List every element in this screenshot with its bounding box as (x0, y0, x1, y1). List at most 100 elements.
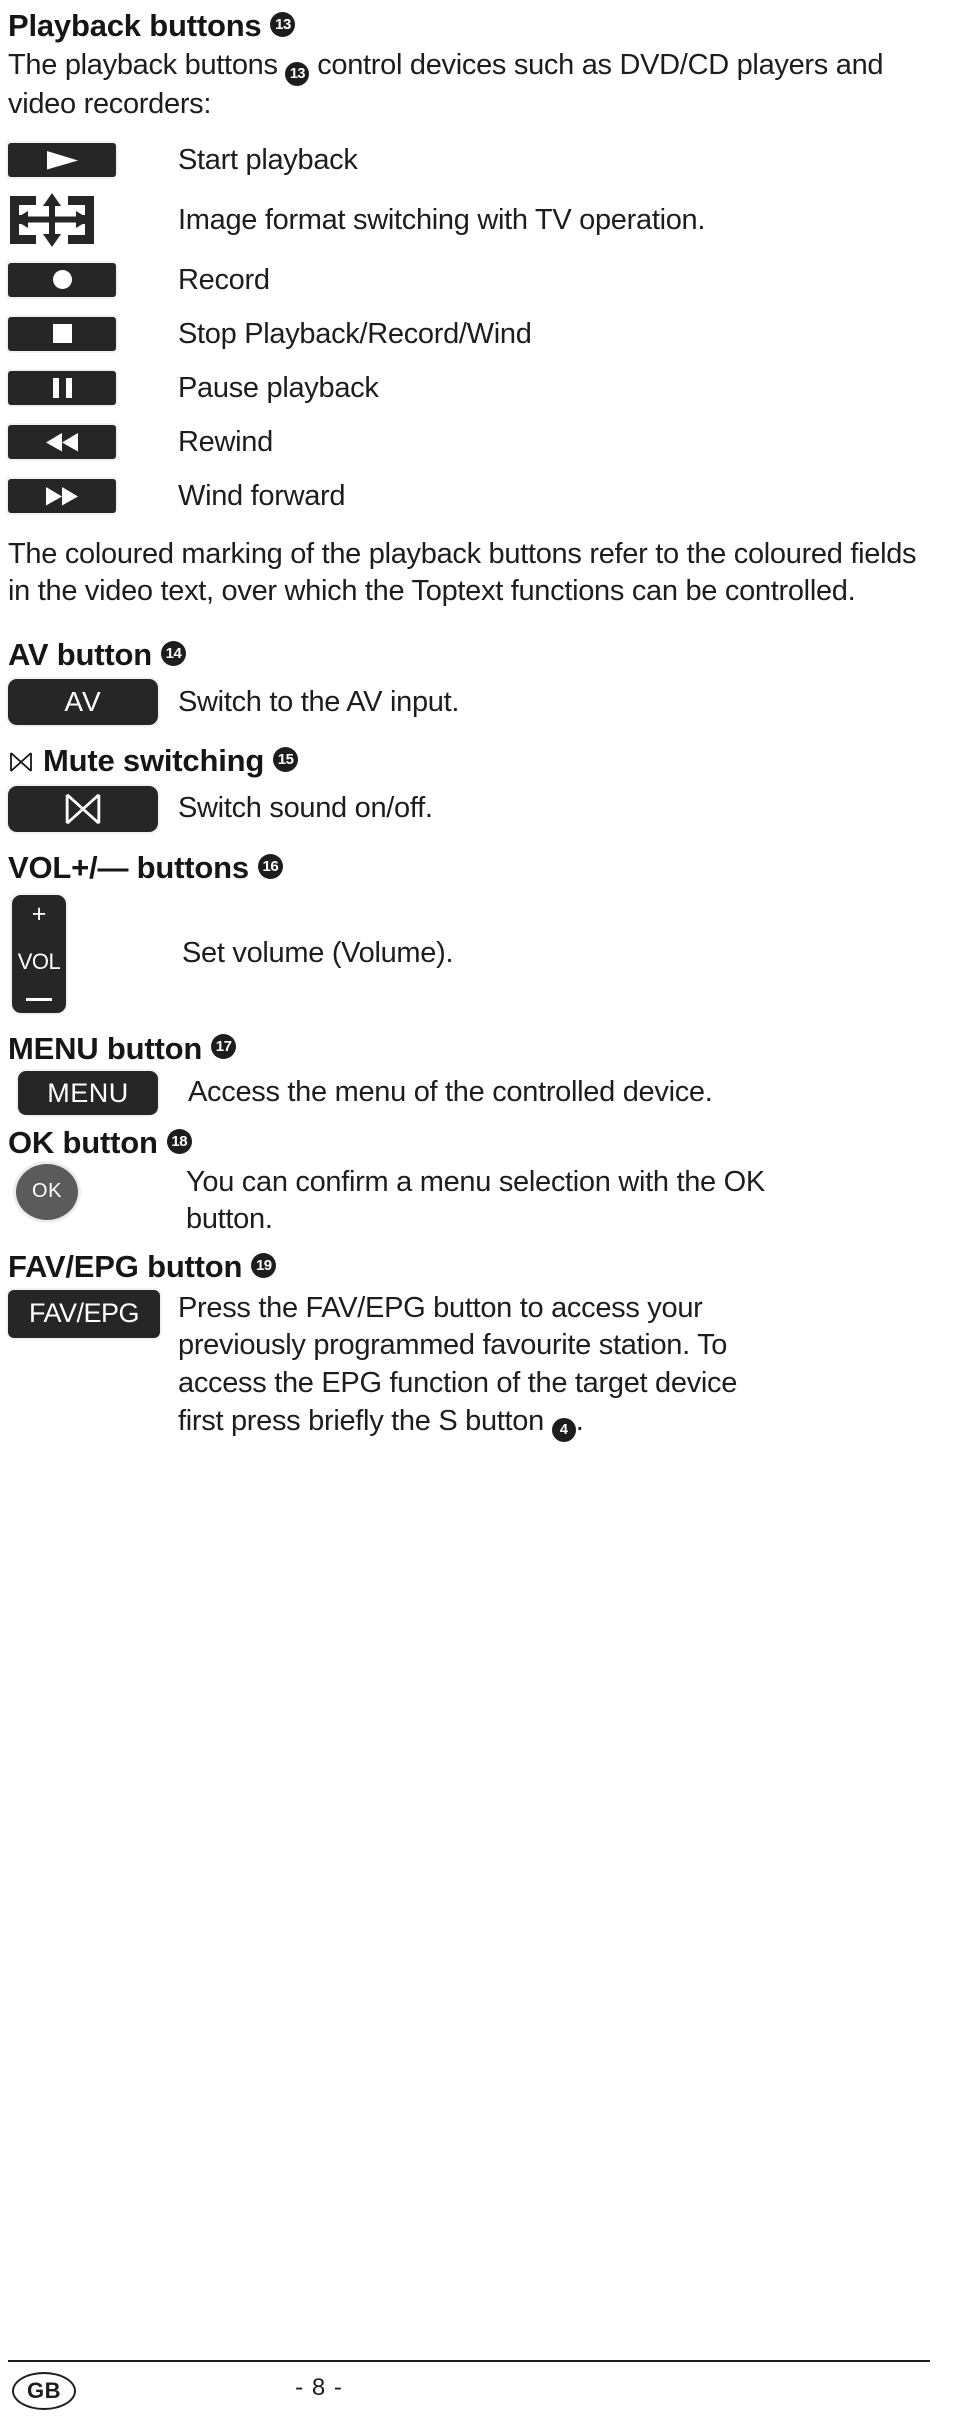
fav-epg-button-title-text: FAV/EPG button (8, 1249, 243, 1285)
key-cell (8, 424, 178, 459)
reference-number-14: 14 (160, 640, 186, 666)
key-cell (8, 142, 178, 177)
reference-number-16: 16 (257, 853, 283, 879)
vol-button-row: + VOL Set volume (Volume). (8, 894, 930, 1013)
playback-row-record: Record (8, 258, 930, 302)
av-button-key-label: AV (64, 686, 102, 718)
key-cell: AV (8, 679, 178, 726)
playback-note-paragraph: The coloured marking of the playback but… (8, 537, 917, 608)
playback-row-label: Image format switching with TV operation… (178, 203, 706, 236)
ok-button-key-label: OK (32, 1180, 62, 1203)
reference-number-18: 18 (166, 1128, 192, 1154)
section-title-av-button: AV button 14 (8, 637, 930, 674)
fav-epg-button-key-label: FAV/EPG (28, 1298, 140, 1329)
wind-forward-button-graphic (8, 478, 116, 513)
menu-button-graphic: MENU (18, 1071, 158, 1116)
stop-icon (52, 324, 72, 344)
menu-button-title-text: MENU button (8, 1030, 203, 1066)
rewind-button-graphic (8, 424, 116, 459)
section-title-ok-button: OK button 18 (8, 1125, 930, 1162)
fav-epg-description-part1: Press the FAV/EPG button to access your … (178, 1291, 738, 1437)
ok-description: You can confirm a menu selection with th… (186, 1165, 765, 1236)
mute-icon (10, 752, 32, 772)
vol-key-label: VOL (17, 949, 61, 975)
reference-number-15: 15 (273, 747, 299, 773)
playback-row-label: Wind forward (178, 479, 346, 512)
playback-row-label: Record (178, 263, 270, 296)
play-button-graphic (8, 142, 116, 177)
section-title-mute-switching: Mute switching 15 (8, 743, 930, 780)
mute-switching-title-text: Mute switching (43, 743, 265, 779)
key-cell (8, 370, 178, 405)
playback-buttons-title-text: Playback buttons (8, 8, 262, 43)
wind-forward-icon (46, 486, 78, 506)
menu-description: Access the menu of the controlled device… (188, 1076, 713, 1109)
mute-icon (65, 793, 101, 825)
page-number: - 8 - (295, 2374, 343, 2401)
vol-buttons-title-text: VOL+/— buttons (8, 850, 249, 886)
key-cell: FAV/EPG (8, 1289, 178, 1338)
play-icon (47, 150, 78, 170)
key-cell (8, 192, 178, 248)
pause-icon (52, 377, 72, 398)
stop-button-graphic (8, 316, 116, 351)
vol-plus-label: + (31, 899, 47, 928)
av-button-title-text: AV button (8, 636, 152, 672)
ok-button-title-text: OK button (8, 1125, 158, 1161)
footer-divider (8, 2360, 930, 2362)
playback-row-wind-forward: Wind forward (8, 474, 930, 518)
section-title-playback-buttons: Playback buttons 13 (8, 8, 930, 45)
menu-button-row: MENU Access the menu of the controlled d… (8, 1071, 930, 1116)
playback-intro-part1: The playback buttons (8, 48, 286, 81)
key-cell (8, 262, 178, 297)
pause-button-graphic (8, 370, 116, 405)
key-cell: + VOL (8, 894, 182, 1013)
fav-epg-button-graphic: FAV/EPG (8, 1289, 160, 1338)
ok-button-row: OK You can confirm a menu selection with… (8, 1163, 930, 1239)
playback-row-pause: Pause playback (8, 366, 930, 410)
reference-number-19: 19 (251, 1252, 277, 1278)
av-button-graphic: AV (8, 679, 158, 726)
playback-row-start: Start playback (8, 138, 930, 182)
reference-number-13: 13 (270, 11, 296, 37)
reference-number-17: 17 (211, 1034, 237, 1060)
record-button-graphic (8, 262, 116, 297)
manual-page: Playback buttons 13 The playback buttons… (0, 0, 960, 2430)
playback-row-label: Rewind (178, 425, 273, 458)
menu-button-key-label: MENU (47, 1077, 129, 1108)
fav-epg-description-part2: . (575, 1404, 584, 1437)
av-button-row: AV Switch to the AV input. (8, 679, 930, 726)
section-title-fav-epg-button: FAV/EPG button 19 (8, 1249, 930, 1286)
reference-number-13-inline: 13 (285, 61, 310, 86)
playback-buttons-list: Start playback Image format switching wi… (8, 138, 930, 518)
vol-button-graphic: + VOL (12, 894, 66, 1013)
vol-description: Set volume (Volume). (182, 936, 454, 969)
playback-row-label: Start playback (178, 143, 358, 176)
page-footer: GB - 8 - (8, 2360, 930, 2412)
key-cell (8, 316, 178, 351)
av-button-description: Switch to the AV input. (178, 685, 460, 718)
ok-button-graphic: OK (16, 1163, 78, 1220)
playback-row-rewind: Rewind (8, 420, 930, 464)
section-title-vol-buttons: VOL+/— buttons 16 (8, 850, 930, 887)
reference-number-4-inline: 4 (551, 1418, 576, 1443)
record-icon (52, 270, 72, 290)
playback-row-stop: Stop Playback/Record/Wind (8, 312, 930, 356)
fav-epg-button-row: FAV/EPG Press the FAV/EPG button to acce… (8, 1289, 930, 1443)
vol-minus-label (26, 997, 52, 1001)
mute-description: Switch sound on/off. (178, 792, 433, 825)
section-title-menu-button: MENU button 17 (8, 1031, 930, 1068)
playback-intro-paragraph: The playback buttons 13 control devices … (8, 47, 930, 124)
key-cell: MENU (8, 1071, 188, 1116)
key-cell: OK (8, 1163, 186, 1220)
image-format-icon (10, 192, 94, 247)
key-cell (8, 478, 178, 513)
fav-epg-description: Press the FAV/EPG button to access your … (178, 1290, 788, 1443)
playback-row-label: Stop Playback/Record/Wind (178, 317, 532, 350)
playback-row-label: Pause playback (178, 371, 379, 404)
mute-button-graphic (8, 786, 158, 833)
key-cell (8, 786, 178, 833)
playback-row-image-format: Image format switching with TV operation… (8, 192, 930, 248)
footer-content: GB - 8 - (8, 2372, 930, 2412)
rewind-icon (46, 432, 78, 452)
